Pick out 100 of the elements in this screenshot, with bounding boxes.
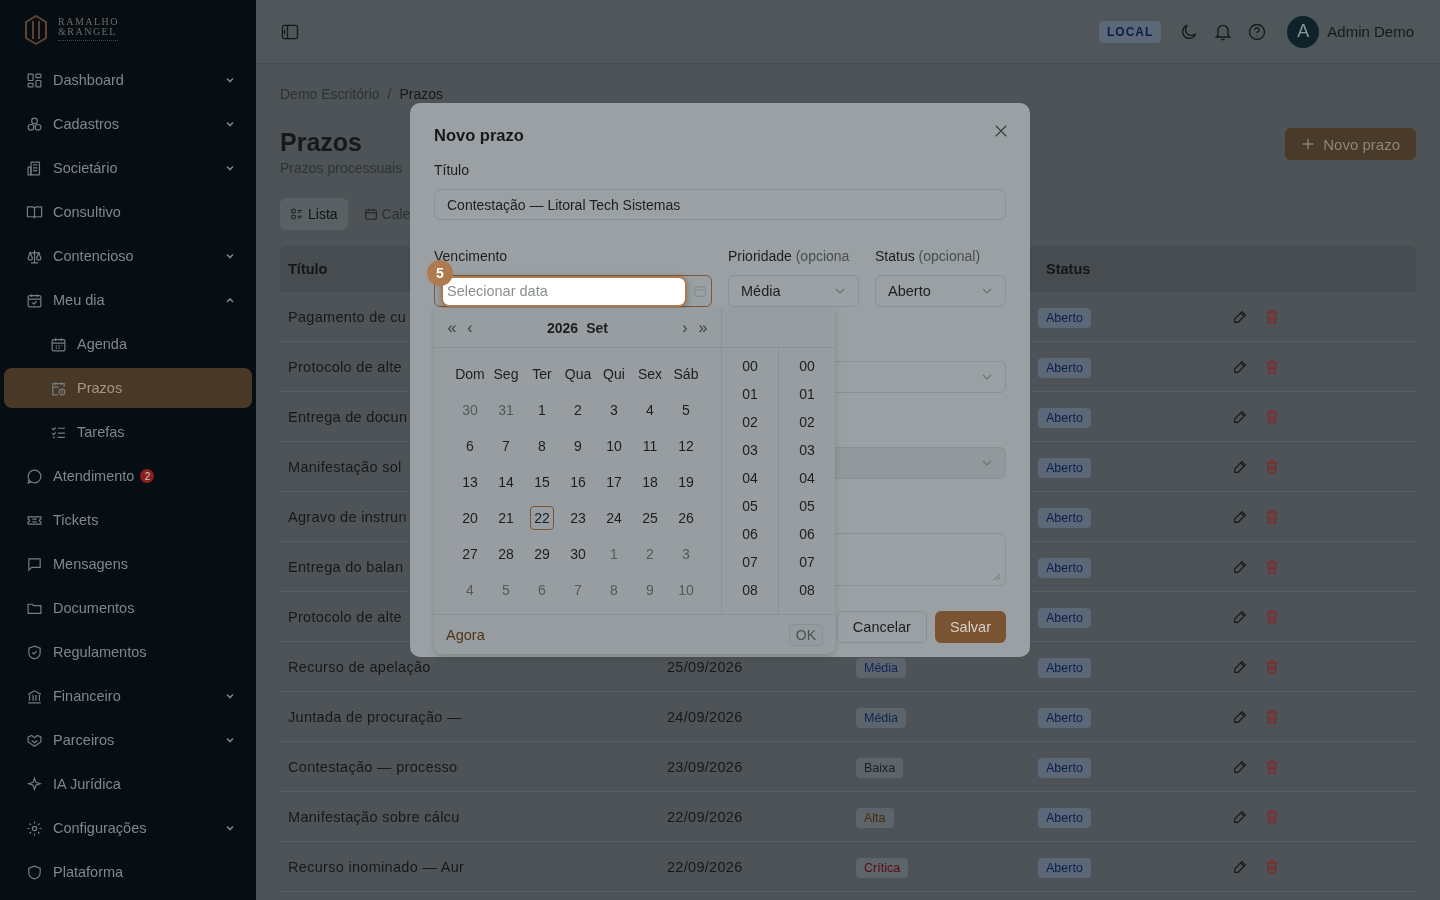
hour-option[interactable]: 02 xyxy=(722,408,778,436)
calendar-day[interactable]: 9 xyxy=(566,434,590,458)
nav-item[interactable]: Contencioso xyxy=(4,236,252,276)
calendar-day[interactable]: 11 xyxy=(638,434,662,458)
nav-subitem[interactable]: Prazos xyxy=(4,368,252,408)
nav-item[interactable]: Configurações xyxy=(4,808,252,848)
nav-subitem[interactable]: Tarefas xyxy=(4,412,252,452)
calendar-day[interactable]: 6 xyxy=(458,434,482,458)
calendar-day[interactable]: 21 xyxy=(494,506,518,530)
help-icon[interactable] xyxy=(1247,21,1268,42)
calendar-day[interactable]: 26 xyxy=(674,506,698,530)
minute-option[interactable]: 03 xyxy=(779,436,835,464)
trash-icon[interactable] xyxy=(1264,558,1280,575)
minute-option[interactable]: 01 xyxy=(779,380,835,408)
next-year-button[interactable]: » xyxy=(697,318,709,337)
year-button[interactable]: 2026 xyxy=(547,319,579,336)
edit-icon[interactable] xyxy=(1232,708,1248,725)
calendar-day[interactable]: 17 xyxy=(602,470,626,494)
trash-icon[interactable] xyxy=(1264,658,1280,675)
calendar-day[interactable]: 13 xyxy=(458,470,482,494)
hour-option[interactable]: 05 xyxy=(722,492,778,520)
nav-item[interactable]: Cadastros xyxy=(4,104,252,144)
trash-icon[interactable] xyxy=(1264,858,1280,875)
calendar-day[interactable]: 19 xyxy=(674,470,698,494)
title-field[interactable]: Contestação — Litoral Tech Sistemas xyxy=(434,189,1006,220)
calendar-day[interactable]: 30 xyxy=(566,542,590,566)
edit-icon[interactable] xyxy=(1232,408,1248,425)
trash-icon[interactable] xyxy=(1264,608,1280,625)
hour-option[interactable]: 00 xyxy=(722,352,778,380)
edit-icon[interactable] xyxy=(1232,308,1248,325)
nav-item[interactable]: Dashboard xyxy=(4,60,252,100)
calendar-day[interactable]: 1 xyxy=(530,398,554,422)
minute-option[interactable]: 02 xyxy=(779,408,835,436)
edit-icon[interactable] xyxy=(1232,658,1248,675)
previous-year-button[interactable]: « xyxy=(446,318,458,337)
calendar-day[interactable]: 5 xyxy=(674,398,698,422)
trash-icon[interactable] xyxy=(1264,508,1280,525)
nav-item[interactable]: Regulamentos xyxy=(4,632,252,672)
calendar-day[interactable]: 22 xyxy=(530,506,554,530)
save-button[interactable]: Salvar xyxy=(934,611,1006,643)
resize-grip-icon[interactable] xyxy=(993,573,1001,581)
calendar-day[interactable]: 25 xyxy=(638,506,662,530)
nav-subitem[interactable]: Agenda xyxy=(4,324,252,364)
hour-option[interactable]: 03 xyxy=(722,436,778,464)
calendar-day[interactable]: 14 xyxy=(494,470,518,494)
nav-item[interactable]: IA Jurídica xyxy=(4,764,252,804)
minute-option[interactable]: 06 xyxy=(779,520,835,548)
edit-icon[interactable] xyxy=(1232,508,1248,525)
nav-item[interactable]: Tickets xyxy=(4,500,252,540)
nav-item[interactable]: Atendimento 2 xyxy=(4,456,252,496)
calendar-day[interactable]: 15 xyxy=(530,470,554,494)
trash-icon[interactable] xyxy=(1264,758,1280,775)
edit-icon[interactable] xyxy=(1232,808,1248,825)
hour-option[interactable]: 04 xyxy=(722,464,778,492)
calendar-day[interactable]: 24 xyxy=(602,506,626,530)
next-month-button[interactable]: › xyxy=(679,318,691,337)
hour-option[interactable]: 07 xyxy=(722,548,778,576)
nav-item[interactable]: Meu dia xyxy=(4,280,252,320)
calendar-day[interactable]: 4 xyxy=(638,398,662,422)
calendar-day[interactable]: 2 xyxy=(566,398,590,422)
trash-icon[interactable] xyxy=(1264,708,1280,725)
cancel-button[interactable]: Cancelar xyxy=(836,611,927,643)
edit-icon[interactable] xyxy=(1232,458,1248,475)
calendar-day[interactable]: 10 xyxy=(602,434,626,458)
trash-icon[interactable] xyxy=(1264,408,1280,425)
hour-option[interactable]: 08 xyxy=(722,576,778,604)
hour-option[interactable]: 01 xyxy=(722,380,778,408)
avatar[interactable]: A xyxy=(1287,15,1320,48)
month-button[interactable]: Set xyxy=(586,319,608,336)
minute-option[interactable]: 07 xyxy=(779,548,835,576)
nav-item[interactable]: Mensagens xyxy=(4,544,252,584)
calendar-day[interactable]: 28 xyxy=(494,542,518,566)
calendar-day[interactable]: 7 xyxy=(494,434,518,458)
nav-item[interactable]: Parceiros xyxy=(4,720,252,760)
edit-icon[interactable] xyxy=(1232,558,1248,575)
calendar-day[interactable]: 3 xyxy=(602,398,626,422)
calendar-day[interactable]: 8 xyxy=(530,434,554,458)
trash-icon[interactable] xyxy=(1264,458,1280,475)
nav-item[interactable]: Financeiro xyxy=(4,676,252,716)
priority-select[interactable]: Média xyxy=(728,275,859,307)
calendar-day[interactable]: 20 xyxy=(458,506,482,530)
nav-item[interactable]: Documentos xyxy=(4,588,252,628)
status-select[interactable]: Aberto xyxy=(875,275,1006,307)
edit-icon[interactable] xyxy=(1232,358,1248,375)
minute-option[interactable]: 04 xyxy=(779,464,835,492)
calendar-day[interactable]: 29 xyxy=(530,542,554,566)
hour-option[interactable]: 06 xyxy=(722,520,778,548)
trash-icon[interactable] xyxy=(1264,308,1280,325)
trash-icon[interactable] xyxy=(1264,358,1280,375)
calendar-day[interactable]: 18 xyxy=(638,470,662,494)
minute-option[interactable]: 00 xyxy=(779,352,835,380)
close-icon[interactable] xyxy=(994,124,1008,138)
nav-item[interactable]: Societário xyxy=(4,148,252,188)
calendar-day[interactable]: 16 xyxy=(566,470,590,494)
trash-icon[interactable] xyxy=(1264,808,1280,825)
minute-option[interactable]: 08 xyxy=(779,576,835,604)
now-link[interactable]: Agora xyxy=(446,626,485,643)
calendar-day[interactable]: 23 xyxy=(566,506,590,530)
previous-month-button[interactable]: ‹ xyxy=(464,318,476,337)
edit-icon[interactable] xyxy=(1232,858,1248,875)
